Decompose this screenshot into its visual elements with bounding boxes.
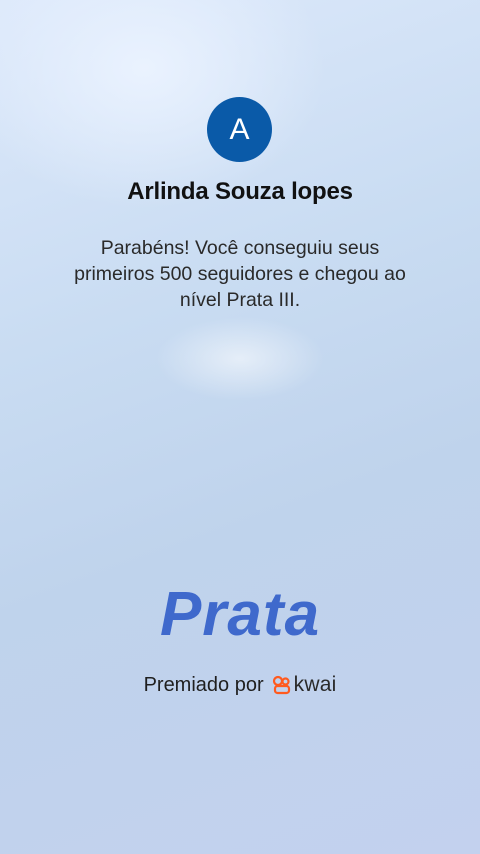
avatar: A [207, 97, 272, 162]
awarded-by-row: Premiado por kwai [0, 673, 480, 697]
avatar-initial: A [229, 112, 250, 146]
user-name: Arlinda Souza lopes [127, 178, 353, 205]
kwai-logo-icon [272, 675, 290, 695]
kwai-brand: kwai [272, 673, 337, 697]
congratulations-message: Parabéns! Você conseguiu seus primeiros … [74, 237, 406, 311]
awarded-by-label: Premiado por [143, 673, 264, 696]
kwai-brand-name: kwai [293, 673, 337, 696]
level-title: Prata [159, 580, 321, 649]
